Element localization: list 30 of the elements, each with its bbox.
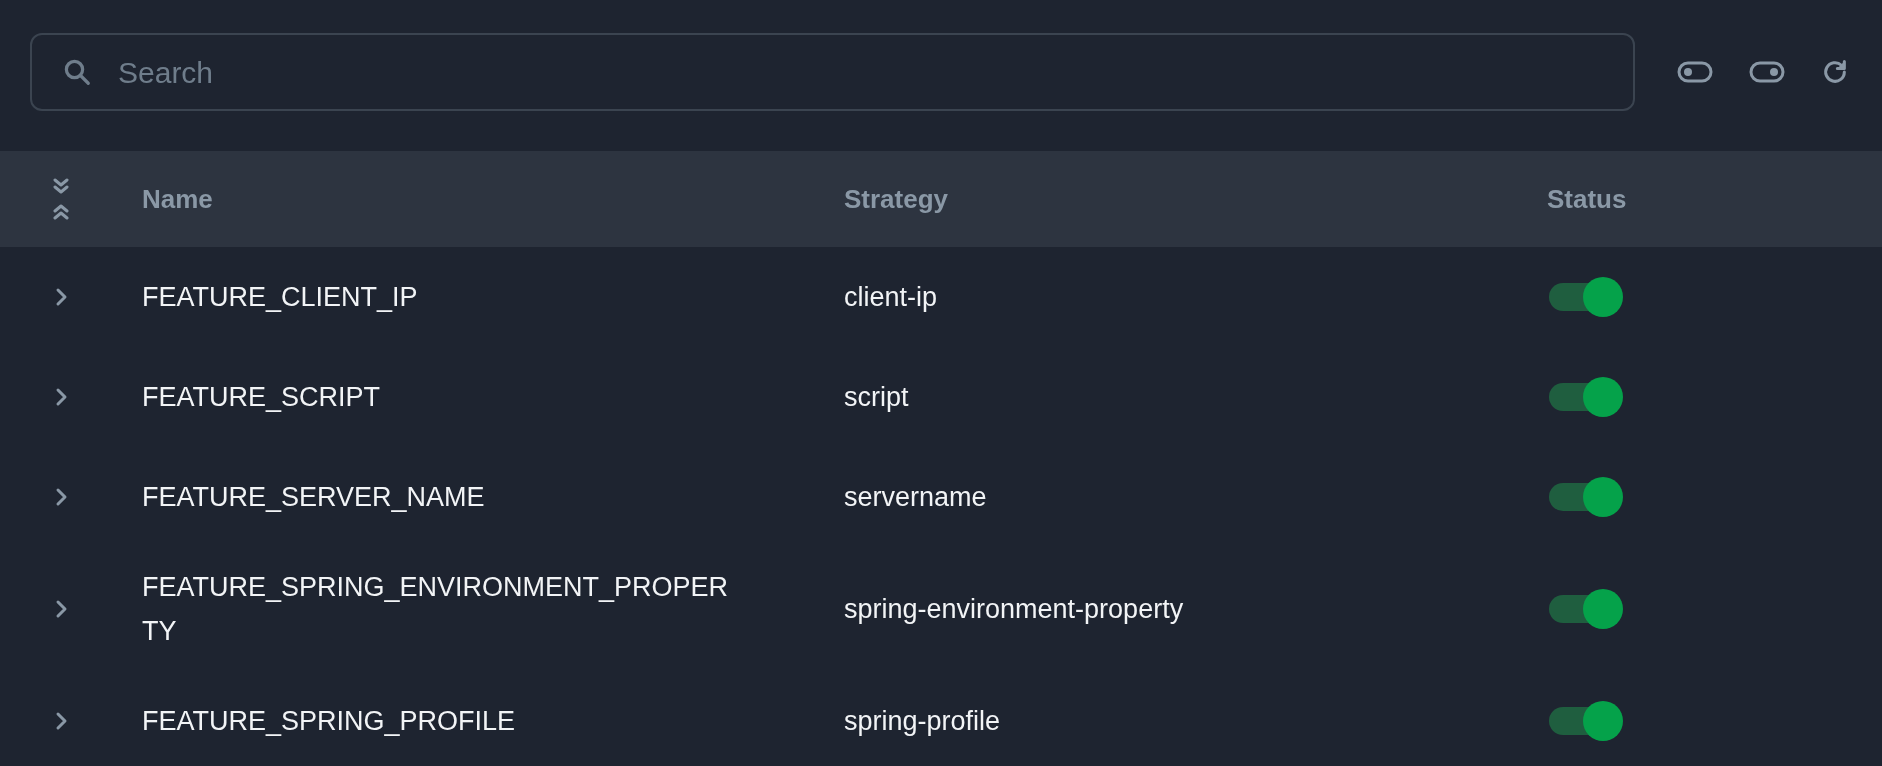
strategy-text: script [844,380,910,414]
feature-name: FEATURE_CLIENT_IP [142,281,419,314]
feature-name: FEATURE_SCRIPT [142,381,382,414]
chevron-icon[interactable] [54,710,68,732]
status-switch[interactable] [1547,276,1623,318]
search-icon [62,57,92,87]
column-header: Strategy [844,182,950,216]
search-input[interactable]: Search [118,49,1603,95]
strategy-text: servername [844,480,988,514]
column-header: Status [1547,182,1627,216]
expand-collapse-icon[interactable] [52,178,70,220]
status-switch[interactable] [1547,588,1623,630]
strategy-text: spring-profile [844,704,1002,738]
column-header: Name [142,182,214,216]
chevron-icon[interactable] [54,386,68,408]
chevron-icon[interactable] [54,598,68,620]
feature-name: FEATURE_SPRING_ENVIRONMENT_PROPERTY [142,571,730,648]
status-switch[interactable] [1547,376,1623,418]
chevron-icon[interactable] [54,486,68,508]
strategy-text: client-ip [844,280,939,314]
refresh-icon[interactable] [1821,58,1849,86]
search-field[interactable]: Search [30,33,1635,111]
status-switch[interactable] [1547,476,1623,518]
toggle-on-icon[interactable] [1749,61,1785,83]
feature-name: FEATURE_SERVER_NAME [142,481,486,514]
status-switch[interactable] [1547,700,1623,742]
toggle-off-icon[interactable] [1677,61,1713,83]
strategy-text: spring-environment-property [844,592,1185,626]
feature-name: FEATURE_SPRING_PROFILE [142,705,517,738]
chevron-icon[interactable] [54,286,68,308]
